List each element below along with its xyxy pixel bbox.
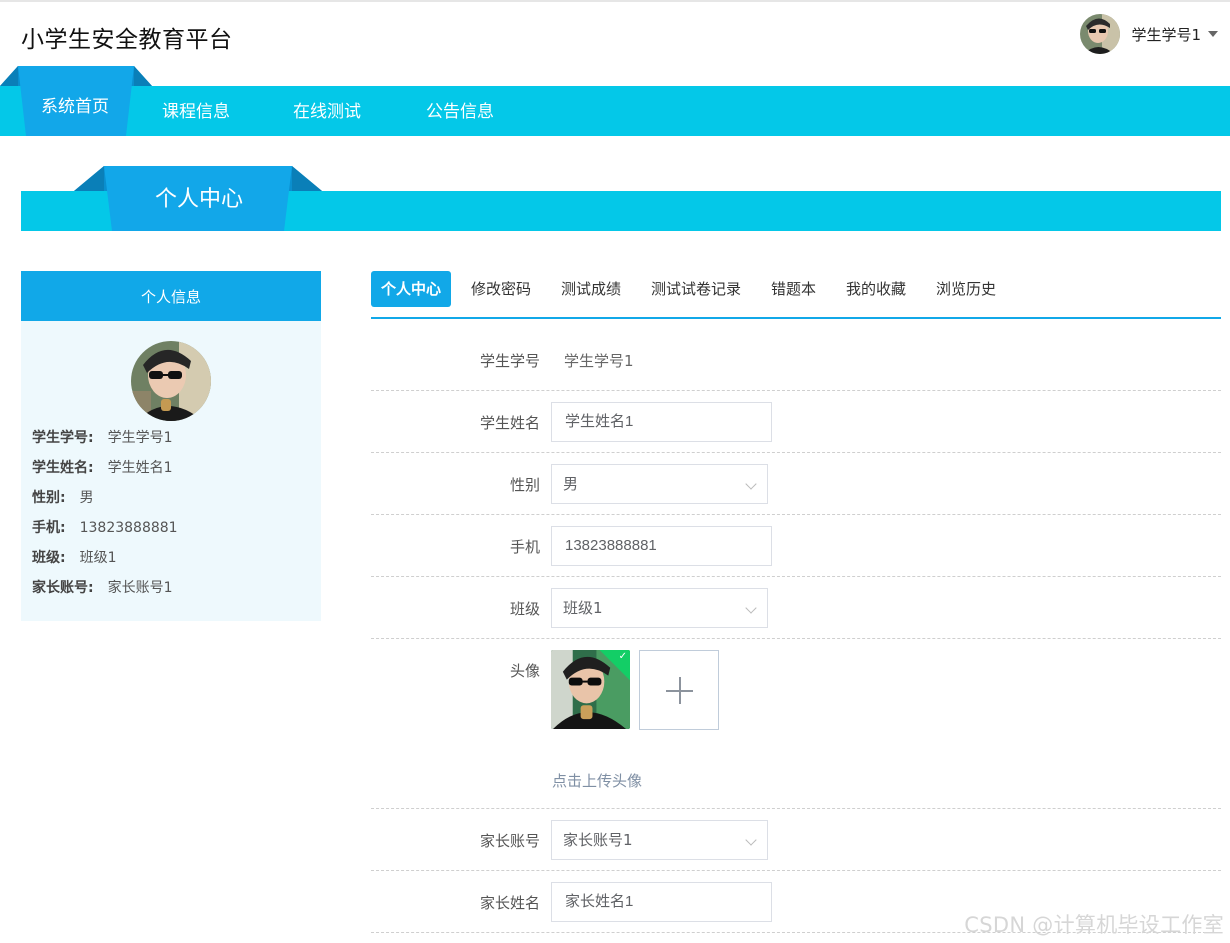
student-name-label: 学生姓名 xyxy=(479,414,540,432)
nav-item-online-test[interactable]: 在线测试 xyxy=(293,86,361,136)
avatar-upload-button[interactable] xyxy=(639,650,719,730)
user-menu[interactable]: 学生学号1 xyxy=(1080,14,1218,54)
gender-select[interactable]: 男 xyxy=(551,464,768,504)
profile-avatar xyxy=(131,341,211,421)
student-no-label: 学生学号 xyxy=(479,352,540,370)
profile-value: 男 xyxy=(79,490,94,506)
site-title: 小学生安全教育平台 xyxy=(21,27,233,53)
gender-label: 性别 xyxy=(509,476,540,494)
parent-account-select-value: 家长账号1 xyxy=(563,831,633,849)
top-border xyxy=(0,0,1230,2)
center-tabs: 个人中心 修改密码 测试成绩 测试试卷记录 错题本 我的收藏 浏览历史 xyxy=(371,271,1221,319)
user-name: 学生学号1 xyxy=(1131,25,1201,44)
profile-row-gender: 性别: 男 xyxy=(32,487,94,507)
tab-test-paper-records[interactable]: 测试试卷记录 xyxy=(651,271,741,307)
student-no-value: 学生学号1 xyxy=(564,352,634,370)
nav-item-announcements[interactable]: 公告信息 xyxy=(426,86,494,136)
tab-change-password[interactable]: 修改密码 xyxy=(471,271,531,307)
chevron-down-icon xyxy=(745,834,757,846)
chevron-down-icon xyxy=(745,602,757,614)
profile-row-student-no: 学生学号: 学生学号1 xyxy=(32,427,173,447)
profile-row-student-name: 学生姓名: 学生姓名1 xyxy=(32,457,173,477)
check-icon: ✓ xyxy=(618,651,627,662)
phone-input[interactable]: 13823888881 xyxy=(551,526,772,566)
tab-favorites[interactable]: 我的收藏 xyxy=(846,271,906,307)
parent-account-label: 家长账号 xyxy=(479,832,540,850)
parent-account-select[interactable]: 家长账号1 xyxy=(551,820,768,860)
profile-row-class: 班级: 班级1 xyxy=(32,547,117,567)
chevron-down-icon xyxy=(745,478,757,490)
form-row-student-name: 学生姓名 学生姓名1 xyxy=(371,391,1221,453)
tab-wrong-questions[interactable]: 错题本 xyxy=(771,271,816,307)
avatar-label: 头像 xyxy=(509,662,540,680)
tab-test-scores[interactable]: 测试成绩 xyxy=(561,271,621,307)
student-name-input[interactable]: 学生姓名1 xyxy=(551,402,772,442)
profile-card-title: 个人信息 xyxy=(21,271,321,321)
profile-value: 学生学号1 xyxy=(107,430,173,446)
form-row-student-no: 学生学号 学生学号1 xyxy=(371,329,1221,391)
caret-down-icon xyxy=(1208,31,1218,37)
parent-name-input[interactable]: 家长姓名1 xyxy=(551,882,772,922)
profile-value: 13823888881 xyxy=(79,520,178,536)
form-row-phone: 手机 13823888881 xyxy=(371,515,1221,577)
tab-browse-history[interactable]: 浏览历史 xyxy=(936,271,996,307)
form-row-parent-account: 家长账号 家长账号1 xyxy=(371,809,1221,871)
profile-value: 班级1 xyxy=(79,550,117,566)
uploaded-avatar-thumbnail[interactable]: ✓ xyxy=(551,650,630,729)
csdn-watermark: CSDN @计算机毕设工作室 xyxy=(964,913,1224,937)
section-title: 个人中心 xyxy=(154,187,243,212)
profile-value: 家长账号1 xyxy=(107,580,173,596)
gender-select-value: 男 xyxy=(563,475,579,493)
class-label: 班级 xyxy=(509,600,540,618)
class-select-value: 班级1 xyxy=(563,599,603,617)
profile-label: 学生姓名: xyxy=(32,460,94,476)
avatar-upload-tip: 点击上传头像 xyxy=(552,772,643,790)
form-row-gender: 性别 男 xyxy=(371,453,1221,515)
form-row-class: 班级 班级1 xyxy=(371,577,1221,639)
profile-row-parent-account: 家长账号: 家长账号1 xyxy=(32,577,173,597)
nav-item-courses[interactable]: 课程信息 xyxy=(162,86,230,136)
parent-name-label: 家长姓名 xyxy=(479,894,540,912)
nav-item-home[interactable]: 系统首页 xyxy=(41,86,109,136)
profile-label: 性别: xyxy=(32,490,66,506)
profile-label: 家长账号: xyxy=(32,580,94,596)
profile-label: 手机: xyxy=(32,520,66,536)
profile-label: 班级: xyxy=(32,550,66,566)
class-select[interactable]: 班级1 xyxy=(551,588,768,628)
profile-value: 学生姓名1 xyxy=(107,460,173,476)
plus-icon-vertical xyxy=(679,677,681,704)
phone-label: 手机 xyxy=(509,538,540,556)
tab-personal-center[interactable]: 个人中心 xyxy=(371,271,452,307)
profile-row-phone: 手机: 13823888881 xyxy=(32,517,178,537)
profile-card: 个人信息 学生学号: 学生学号1 学生姓名: 学生姓名1 性别: 男 手机: 13823… xyxy=(21,271,321,621)
profile-label: 学生学号: xyxy=(32,430,94,446)
form-row-avatar: 头像 ✓ 点击上传头像 xyxy=(371,639,1221,809)
user-avatar xyxy=(1080,14,1121,54)
